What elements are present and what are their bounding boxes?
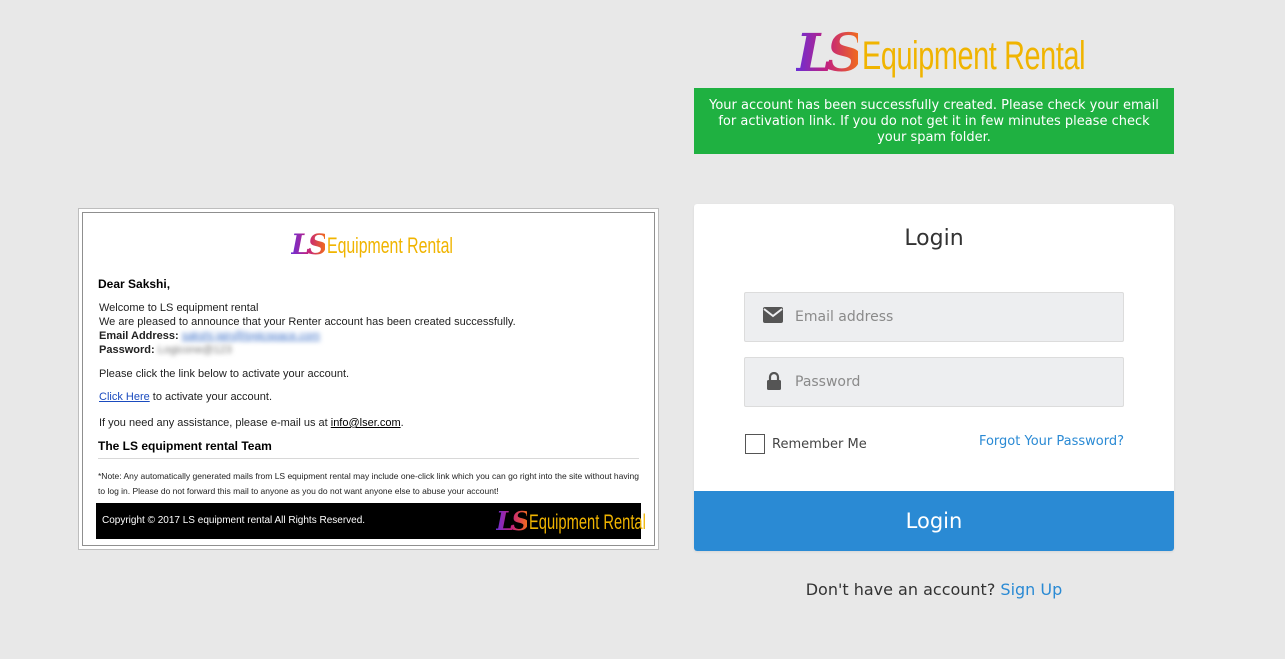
email-footer-logo: LS Equipment Rental xyxy=(496,507,696,535)
success-alert: Your account has been successfully creat… xyxy=(694,88,1174,154)
password-field[interactable] xyxy=(744,357,1124,407)
email-assist-address[interactable]: info@lser.com xyxy=(331,417,401,429)
email-announce: We are pleased to announce that your Ren… xyxy=(99,316,516,328)
email-logo-mark: LS xyxy=(291,228,328,261)
brand-logo-name: Equipment Rental xyxy=(862,34,1086,78)
password-input[interactable] xyxy=(795,358,1115,406)
envelope-icon xyxy=(763,307,785,327)
email-logo-name: Equipment Rental xyxy=(326,233,453,258)
email-body: Welcome to LS equipment rental We are pl… xyxy=(99,301,516,357)
email-input[interactable] xyxy=(795,293,1115,341)
lock-icon xyxy=(763,371,785,392)
email-assist-line: If you need any assistance, please e-mai… xyxy=(99,416,404,430)
signup-link[interactable]: Sign Up xyxy=(1000,580,1062,599)
email-field[interactable] xyxy=(744,292,1124,342)
brand-logo: LS Equipment Rental xyxy=(796,20,1172,80)
email-click-instruction: Please click the link below to activate … xyxy=(99,368,350,380)
email-assist-prefix: If you need any assistance, please e-mai… xyxy=(99,417,331,429)
email-divider xyxy=(98,458,639,459)
email-address-row: Email Address: sakshi.jain@logicspace.co… xyxy=(99,329,516,343)
login-button[interactable]: Login xyxy=(694,491,1174,551)
remember-me-label: Remember Me xyxy=(772,436,867,452)
email-brand-logo: LS Equipment Rental xyxy=(291,227,502,259)
signup-prompt: Don't have an account? Sign Up xyxy=(694,580,1174,599)
email-footer: Copyright © 2017 LS equipment rental All… xyxy=(96,503,646,539)
email-greeting: Dear Sakshi, xyxy=(98,277,171,291)
email-activate-link[interactable]: Click Here xyxy=(99,391,150,403)
forgot-password-link[interactable]: Forgot Your Password? xyxy=(979,434,1124,449)
email-activate-suffix: to activate your account. xyxy=(149,391,273,403)
footer-logo-mark: LS xyxy=(496,507,530,537)
email-assist-suffix: . xyxy=(400,417,404,429)
email-password-value: Logicone@123 xyxy=(157,344,232,356)
email-frame: LS Equipment Rental Dear Sakshi, Welcome… xyxy=(82,212,655,546)
email-team-signature: The LS equipment rental Team xyxy=(98,439,272,453)
remember-me-checkbox[interactable] xyxy=(745,434,765,454)
signup-prompt-text: Don't have an account? xyxy=(805,580,996,599)
email-welcome: Welcome to LS equipment rental xyxy=(99,302,259,314)
email-password-row: Password: Logicone@123 xyxy=(99,343,516,357)
footer-logo-name: Equipment Rental xyxy=(529,511,646,534)
email-copyright: Copyright © 2017 LS equipment rental All… xyxy=(102,515,366,526)
email-address-label: Email Address: xyxy=(99,330,179,342)
remember-me-toggle[interactable]: Remember Me xyxy=(745,434,867,454)
login-title: Login xyxy=(904,226,964,251)
email-password-label: Password: xyxy=(99,344,155,356)
email-note: *Note: Any automatically generated mails… xyxy=(98,471,639,496)
activation-email-preview: LS Equipment Rental Dear Sakshi, Welcome… xyxy=(78,208,659,550)
login-card: Login Remember Me Forgot Your Password? … xyxy=(694,204,1174,551)
email-address-value: sakshi.jain@logicspace.com xyxy=(181,330,321,342)
brand-logo-mark: LS xyxy=(796,23,864,84)
email-activate-line: Click Here to activate your account. xyxy=(99,390,272,404)
